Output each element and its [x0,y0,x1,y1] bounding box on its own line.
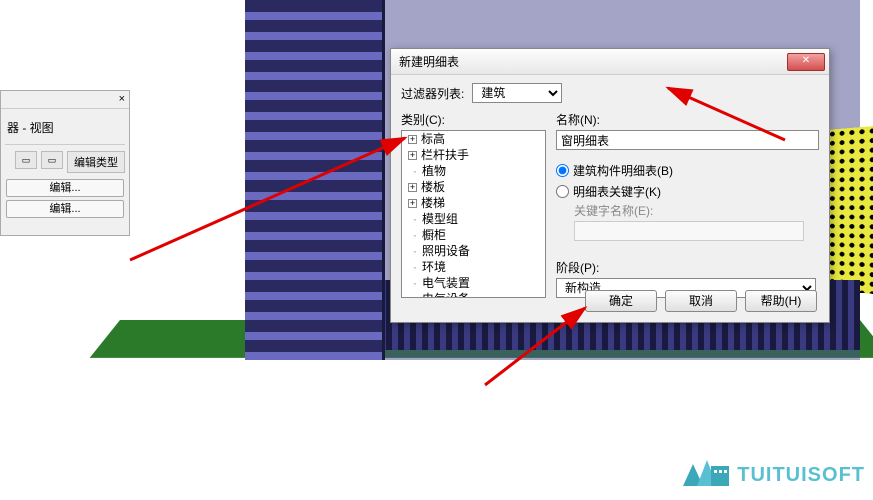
tree-leaf-icon: · [408,164,422,178]
help-button[interactable]: 帮助(H) [745,290,817,312]
tree-leaf-icon: · [408,212,422,226]
panel-header: × [1,91,129,109]
building-tower [245,0,385,360]
radio-building-schedule[interactable]: 建筑构件明细表(B) [556,160,819,181]
keyword-name-input [574,221,804,241]
category-label-text: 橱柜 [422,228,446,242]
category-listbox[interactable]: +标高+栏杆扶手·植物+楼板+楼梯·模型组·橱柜·照明设备·环境·电气装置·电气… [401,130,546,298]
dialog-title: 新建明细表 [399,53,459,70]
icon-btn-1[interactable]: ▭ [15,151,37,169]
tree-expand-icon[interactable]: + [408,135,417,144]
tree-expand-icon[interactable]: + [408,199,417,208]
category-label-text: 楼梯 [421,196,445,210]
category-label-text: 环境 [422,260,446,274]
category-item[interactable]: + 标高 [402,131,545,147]
category-item[interactable]: ·环境 [402,259,545,275]
radio-keyword-schedule[interactable]: 明细表关键字(K) [556,181,819,202]
tree-expand-icon[interactable]: + [408,151,417,160]
tree-leaf-icon: · [408,276,422,290]
watermark-icon [681,456,731,494]
keyword-name-label: 关键字名称(E): [556,202,819,219]
tree-leaf-icon: · [408,228,422,242]
close-icon[interactable]: × [119,93,125,105]
category-item[interactable]: ·橱柜 [402,227,545,243]
tree-leaf-icon: · [408,260,422,274]
category-item[interactable]: ·照明设备 [402,243,545,259]
category-label-text: 照明设备 [422,244,470,258]
new-schedule-dialog: 新建明细表 ✕ 过滤器列表: 建筑 类别(C): +标高+栏杆扶手·植物+楼板+… [390,48,830,323]
panel-title: 器 - 视图 [5,115,125,145]
category-label-text: 栏杆扶手 [421,148,469,162]
tree-leaf-icon: · [408,244,422,258]
category-item[interactable]: ·电气设备 [402,291,545,298]
category-label: 类别(C): [401,111,546,128]
tree-expand-icon[interactable]: + [408,183,417,192]
watermark-text: TUITUISOFT [737,464,865,487]
category-item[interactable]: + 栏杆扶手 [402,147,545,163]
cancel-button[interactable]: 取消 [665,290,737,312]
tree-leaf-icon: · [408,292,422,298]
category-item[interactable]: ·植物 [402,163,545,179]
filter-label: 过滤器列表: [401,85,464,102]
name-label: 名称(N): [556,111,819,128]
category-item[interactable]: + 楼板 [402,179,545,195]
dialog-titlebar[interactable]: 新建明细表 ✕ [391,49,829,75]
category-label-text: 楼板 [421,180,445,194]
phase-label: 阶段(P): [556,259,819,276]
properties-panel: × 器 - 视图 ▭ ▭ 编辑类型 编辑... 编辑... [0,90,130,236]
category-label-text: 模型组 [422,212,458,226]
category-label-text: 电气装置 [422,276,470,290]
edit-button-2[interactable]: 编辑... [6,200,124,218]
category-label-text: 电气设备 [422,292,470,298]
dialog-close-button[interactable]: ✕ [787,53,825,71]
radio-keyword-input[interactable] [556,185,569,198]
category-item[interactable]: ·电气装置 [402,275,545,291]
edit-type-button[interactable]: 编辑类型 [67,151,125,173]
watermark: TUITUISOFT [681,456,865,494]
schedule-name-input[interactable] [556,130,819,150]
ok-button[interactable]: 确定 [585,290,657,312]
category-label-text: 标高 [421,132,445,146]
radio-building-input[interactable] [556,164,569,177]
category-item[interactable]: ·模型组 [402,211,545,227]
edit-button-1[interactable]: 编辑... [6,179,124,197]
icon-btn-2[interactable]: ▭ [41,151,63,169]
category-item[interactable]: + 楼梯 [402,195,545,211]
category-label-text: 植物 [422,164,446,178]
filter-list-select[interactable]: 建筑 [472,83,562,103]
